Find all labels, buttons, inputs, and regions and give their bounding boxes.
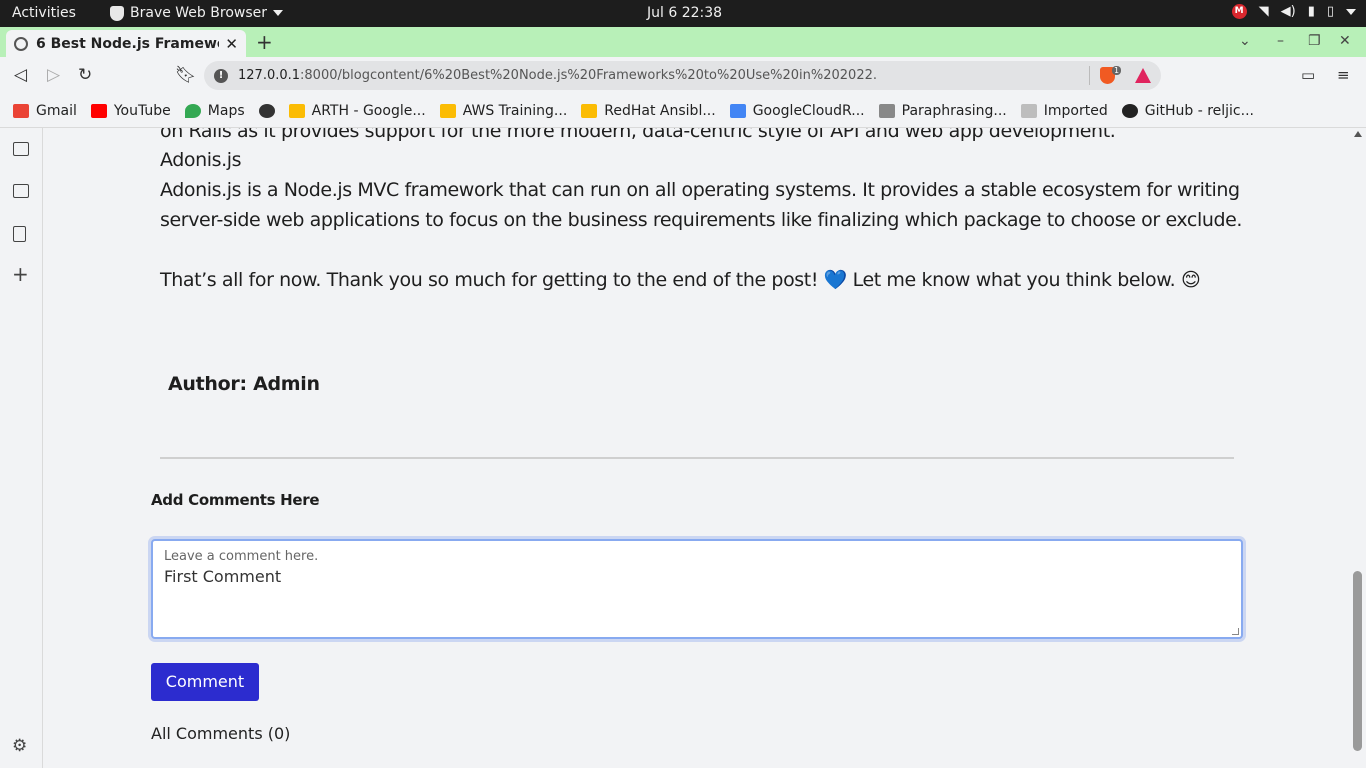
tab-search-icon[interactable]: ⌄	[1239, 33, 1251, 49]
site-info-icon[interactable]: !	[214, 68, 228, 83]
folder-icon	[1020, 104, 1037, 118]
url-path: :8000/blogcontent/6%20Best%20Node.js%20F…	[300, 68, 878, 83]
shield-count-badge: 1	[1112, 66, 1122, 75]
drive-icon	[581, 104, 598, 118]
bookmark-item[interactable]: GoogleCloudR...	[729, 103, 865, 119]
bookmark-label: GitHub - reljic...	[1144, 103, 1254, 119]
quill-icon	[878, 104, 895, 118]
bookmark-item[interactable]	[258, 104, 275, 118]
address-bar[interactable]: ! 127.0.0.1:8000/blogcontent/6%20Best%20…	[204, 61, 1161, 90]
add-icon[interactable]: +	[12, 262, 29, 286]
reading-list-icon[interactable]	[13, 226, 26, 242]
comment-textarea[interactable]: Leave a comment here. First Comment	[151, 539, 1243, 639]
tab-active[interactable]: 6 Best Node.js Framework ✕	[6, 30, 246, 57]
page-content: on Rails as it provides support for the …	[43, 128, 1351, 768]
minimize-button[interactable]: –	[1277, 33, 1284, 49]
divider	[160, 457, 1234, 459]
gear-icon[interactable]: ⚙	[12, 736, 27, 756]
app-name: Brave Web Browser	[130, 5, 267, 21]
restore-button[interactable]: ❐	[1308, 33, 1321, 49]
bookmark-item[interactable]: Maps	[184, 103, 245, 119]
wallet-icon[interactable]	[13, 184, 29, 198]
close-icon[interactable]: ✕	[225, 35, 238, 53]
drive-icon	[439, 104, 456, 118]
scroll-up-arrow-icon[interactable]	[1354, 131, 1362, 137]
all-comments-label: All Comments (0)	[151, 724, 291, 743]
bookmark-label: Maps	[207, 103, 245, 119]
app-menu[interactable]: Brave Web Browser	[110, 5, 283, 21]
wallet-icon[interactable]: ▭	[1301, 66, 1315, 84]
bookmark-item[interactable]: RedHat Ansibl...	[581, 103, 716, 119]
youtube-icon	[90, 104, 107, 118]
bookmark-item[interactable]: GitHub - reljic...	[1121, 103, 1254, 119]
forward-icon[interactable]: ▷	[47, 65, 60, 85]
bookmark-label: ARTH - Google...	[311, 103, 426, 119]
bookmark-icon[interactable]: 🔖︎	[175, 65, 197, 85]
comment-value: First Comment	[164, 567, 282, 586]
back-icon[interactable]: ◁	[14, 65, 27, 85]
bookmark-label: Gmail	[36, 103, 77, 119]
reload-icon[interactable]: ↻	[78, 65, 92, 85]
bookmark-label: Imported	[1043, 103, 1108, 119]
url-separator	[1089, 66, 1090, 85]
microphone-icon: ▮	[1307, 4, 1315, 19]
author-label: Author: Admin	[168, 373, 320, 395]
tab-strip: 6 Best Node.js Framework ✕	[0, 27, 1366, 57]
volume-icon: ◀)	[1280, 4, 1296, 19]
system-tray[interactable]: M ◥ ◀) ▮ ▯	[1231, 4, 1356, 19]
chevron-down-icon	[1346, 8, 1356, 15]
drive-icon	[288, 104, 305, 118]
bookmark-label: AWS Training...	[462, 103, 568, 119]
globe-icon	[14, 36, 28, 51]
github-icon	[1121, 104, 1138, 118]
bookmark-item[interactable]: ARTH - Google...	[288, 103, 426, 119]
framework-description: Adonis.js is a Node.js MVC framework tha…	[160, 179, 1243, 231]
gmail-icon	[13, 104, 29, 118]
bookmark-item[interactable]: Gmail	[13, 103, 77, 119]
video-icon[interactable]	[13, 142, 29, 156]
bookmark-item[interactable]: Imported	[1020, 103, 1108, 119]
mega-icon[interactable]: M	[1231, 4, 1247, 19]
sidebar: + ⚙	[0, 128, 43, 768]
comment-placeholder: Leave a comment here.	[164, 549, 319, 564]
maps-icon	[184, 104, 201, 118]
brave-icon	[110, 5, 124, 21]
bookmark-label: Paraphrasing...	[901, 103, 1007, 119]
closing-paragraph: That’s all for now. Thank you so much fo…	[160, 269, 1201, 291]
browser-toolbar: ◁ ▷ ↻ 🔖︎ ! 127.0.0.1:8000/blogcontent/6%…	[0, 57, 1366, 95]
scrollbar-thumb[interactable]	[1353, 571, 1362, 751]
bookmark-label: GoogleCloudR...	[752, 103, 865, 119]
bookmark-label: RedHat Ansibl...	[604, 103, 716, 119]
bookmark-item[interactable]: YouTube	[90, 103, 171, 119]
close-window-button[interactable]: ✕	[1339, 33, 1351, 49]
tab-title: 6 Best Node.js Framework	[36, 35, 219, 52]
framework-heading: Adonis.js	[160, 149, 242, 171]
article-paragraph-partial: on Rails as it provides support for the …	[160, 128, 1116, 142]
bookmarks-bar: Gmail YouTube Maps ARTH - Google... AWS Trai…	[0, 95, 1366, 128]
google-icon	[729, 104, 746, 118]
wifi-icon: ◥	[1258, 4, 1269, 19]
chevron-down-icon	[273, 10, 283, 16]
battery-icon: ▯	[1326, 4, 1334, 19]
url-host: 127.0.0.1	[238, 68, 301, 83]
brave-rewards-icon[interactable]	[1135, 68, 1151, 83]
bookmark-label: YouTube	[113, 103, 171, 119]
menu-icon[interactable]: ≡	[1337, 66, 1350, 84]
comment-button[interactable]: Comment	[151, 663, 259, 701]
bookmark-item[interactable]: Paraphrasing...	[878, 103, 1007, 119]
add-comments-heading: Add Comments Here	[151, 491, 320, 509]
bookmark-item[interactable]: AWS Training...	[439, 103, 568, 119]
resize-handle-icon[interactable]	[1232, 628, 1239, 635]
globe-icon	[258, 104, 275, 118]
activities-button[interactable]: Activities	[12, 5, 76, 21]
system-top-bar: Activities Brave Web Browser Jul 6 22:38…	[0, 0, 1366, 27]
new-tab-button[interactable]: +	[256, 30, 273, 54]
clock[interactable]: Jul 6 22:38	[647, 5, 722, 21]
